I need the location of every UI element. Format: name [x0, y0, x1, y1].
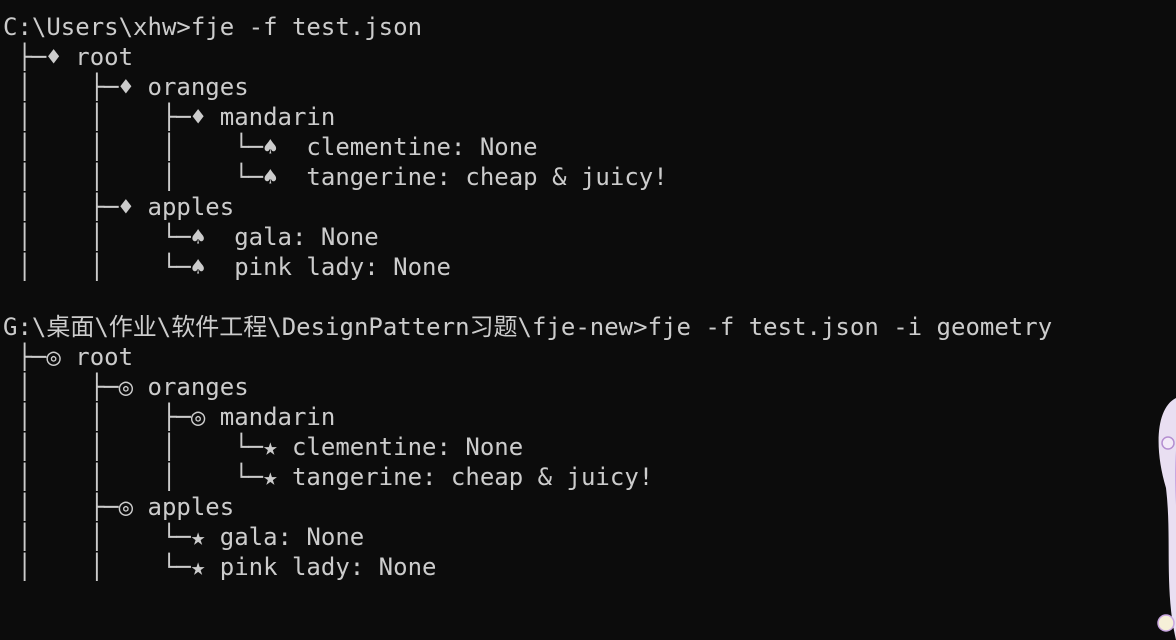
- tree-line: │ ├─♦ oranges: [3, 73, 249, 101]
- command-line-2: G:\桌面\作业\软件工程\DesignPattern习题\fje-new>fj…: [3, 313, 1053, 341]
- tree-line: │ ├─♦ apples: [3, 193, 235, 221]
- tree-line: ├─♦ root: [3, 43, 134, 71]
- mascot-hair: [1158, 398, 1176, 640]
- tree-line: │ │ │ └─★ clementine: None: [3, 433, 524, 461]
- tree-line: │ │ └─★ pink lady: None: [3, 553, 437, 581]
- tree-line: │ ├─◎ oranges: [3, 373, 249, 401]
- tree-line: │ │ │ └─★ tangerine: cheap & juicy!: [3, 463, 654, 491]
- tree-line: │ │ └─★ gala: None: [3, 523, 365, 551]
- command-line-1: C:\Users\xhw>fje -f test.json: [3, 13, 423, 41]
- tree-line: │ │ │ └─♠ tangerine: cheap & juicy!: [3, 163, 668, 191]
- tree-line: │ │ ├─♦ mandarin: [3, 103, 336, 131]
- tree-line: │ ├─◎ apples: [3, 493, 235, 521]
- tree-line: │ │ └─♠ gala: None: [3, 223, 379, 251]
- tree-line: │ │ ├─◎ mandarin: [3, 403, 336, 431]
- tree-line: ├─◎ root: [3, 343, 134, 371]
- tree-line: │ │ │ └─♠ clementine: None: [3, 133, 538, 161]
- mascot-charm: [1157, 614, 1175, 632]
- mascot-character-image: [1157, 398, 1176, 640]
- tree-line: │ │ └─♠ pink lady: None: [3, 253, 451, 281]
- mascot-ribbon: [1161, 436, 1175, 450]
- terminal-window[interactable]: C:\Users\xhw>fje -f test.json ├─♦ root │…: [0, 0, 1176, 640]
